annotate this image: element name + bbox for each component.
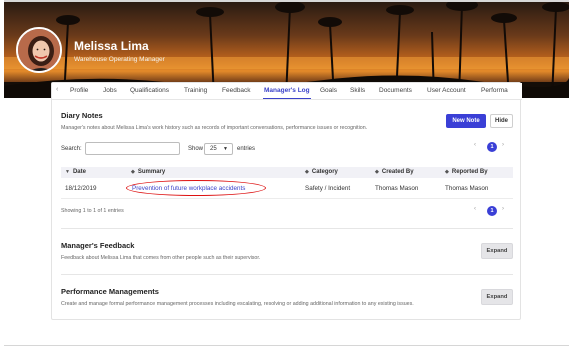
tab-bar: ‹ Profile Jobs Qualifications Training F… — [52, 83, 522, 100]
row-reported-by: Thomas Mason — [445, 185, 489, 192]
col-category-label: Category — [311, 169, 338, 175]
new-note-button[interactable]: New Note — [446, 114, 486, 128]
tab-user-account[interactable]: User Account — [427, 87, 466, 94]
performance-managements-description: Create and manage formal performance man… — [61, 301, 414, 307]
col-summary[interactable]: ◆ Summary — [131, 169, 165, 175]
sort-down-icon: ▼ — [65, 169, 70, 175]
search-input[interactable] — [85, 142, 180, 155]
row-divider — [61, 198, 513, 199]
show-label: Show — [188, 146, 204, 152]
profile-name: Melissa Lima — [74, 39, 149, 53]
tab-managers-log[interactable]: Manager's Log — [264, 87, 310, 94]
showing-entries-text: Showing 1 to 1 of 1 entries — [61, 208, 124, 214]
page-1-button[interactable]: 1 — [487, 142, 497, 152]
tab-jobs[interactable]: Jobs — [103, 87, 117, 94]
entries-select[interactable]: 25 ▼ — [204, 143, 233, 155]
main-panel: ‹ Profile Jobs Qualifications Training F… — [51, 82, 522, 320]
next-page-icon[interactable]: › — [502, 142, 504, 148]
feedback-expand-button[interactable]: Expand — [481, 243, 513, 259]
col-date[interactable]: ▼ Date — [65, 169, 86, 175]
performance-expand-button[interactable]: Expand — [481, 289, 513, 305]
col-created-by[interactable]: ◆ Created By — [375, 169, 414, 175]
sort-icon: ◆ — [305, 169, 309, 175]
section-divider — [61, 228, 513, 229]
tab-goals[interactable]: Goals — [320, 87, 337, 94]
profile-role: Warehouse Operating Manager — [74, 56, 165, 63]
sort-icon: ◆ — [375, 169, 379, 175]
tab-documents[interactable]: Documents — [379, 87, 412, 94]
col-date-label: Date — [72, 169, 86, 175]
tab-feedback[interactable]: Feedback — [222, 87, 251, 94]
app-frame: Melissa Lima Warehouse Operating Manager… — [0, 0, 573, 350]
caret-down-icon: ▼ — [223, 146, 228, 152]
managers-feedback-title: Manager's Feedback — [61, 241, 135, 250]
col-reported-by[interactable]: ◆ Reported By — [445, 169, 488, 175]
row-created-by: Thomas Mason — [375, 185, 419, 192]
tab-profile[interactable]: Profile — [70, 87, 88, 94]
next-page-icon-bottom[interactable]: › — [502, 206, 504, 212]
col-reported-by-label: Reported By — [451, 169, 488, 175]
search-label: Search: — [61, 146, 82, 152]
entries-select-value: 25 — [210, 146, 217, 152]
row-date: 18/12/2019 — [65, 185, 97, 192]
tab-skills[interactable]: Skills — [350, 87, 365, 94]
col-category[interactable]: ◆ Category — [305, 169, 338, 175]
tab-qualifications[interactable]: Qualifications — [130, 87, 169, 94]
row-category: Safety / Incident — [305, 185, 351, 192]
table-header: ▼ Date ◆ Summary ◆ Category ◆ Created By ◆ Re… — [61, 167, 513, 178]
hide-button[interactable]: Hide — [490, 114, 513, 128]
entries-label: entries — [237, 146, 256, 152]
annotation-circle — [126, 180, 266, 196]
tab-training[interactable]: Training — [184, 87, 207, 94]
col-summary-label: Summary — [137, 169, 166, 175]
performance-managements-title: Performance Managements — [61, 287, 159, 296]
page-1-button-bottom[interactable]: 1 — [487, 206, 497, 216]
managers-feedback-description: Feedback about Melissa Lima that comes f… — [61, 255, 261, 261]
section-divider — [61, 274, 513, 275]
diary-notes-description: Manager's notes about Melissa Lima's wor… — [61, 125, 368, 131]
sort-icon: ◆ — [131, 169, 135, 175]
prev-page-icon[interactable]: ‹ — [474, 142, 476, 148]
prev-page-icon-bottom[interactable]: ‹ — [474, 206, 476, 212]
chevron-left-icon[interactable]: ‹ — [56, 86, 58, 93]
avatar — [16, 27, 62, 73]
bottom-border — [4, 345, 569, 346]
tab-performance[interactable]: Performa — [481, 87, 508, 94]
diary-notes-title: Diary Notes — [61, 111, 103, 120]
sort-icon: ◆ — [445, 169, 449, 175]
col-created-by-label: Created By — [381, 169, 414, 175]
active-tab-indicator — [263, 98, 311, 99]
